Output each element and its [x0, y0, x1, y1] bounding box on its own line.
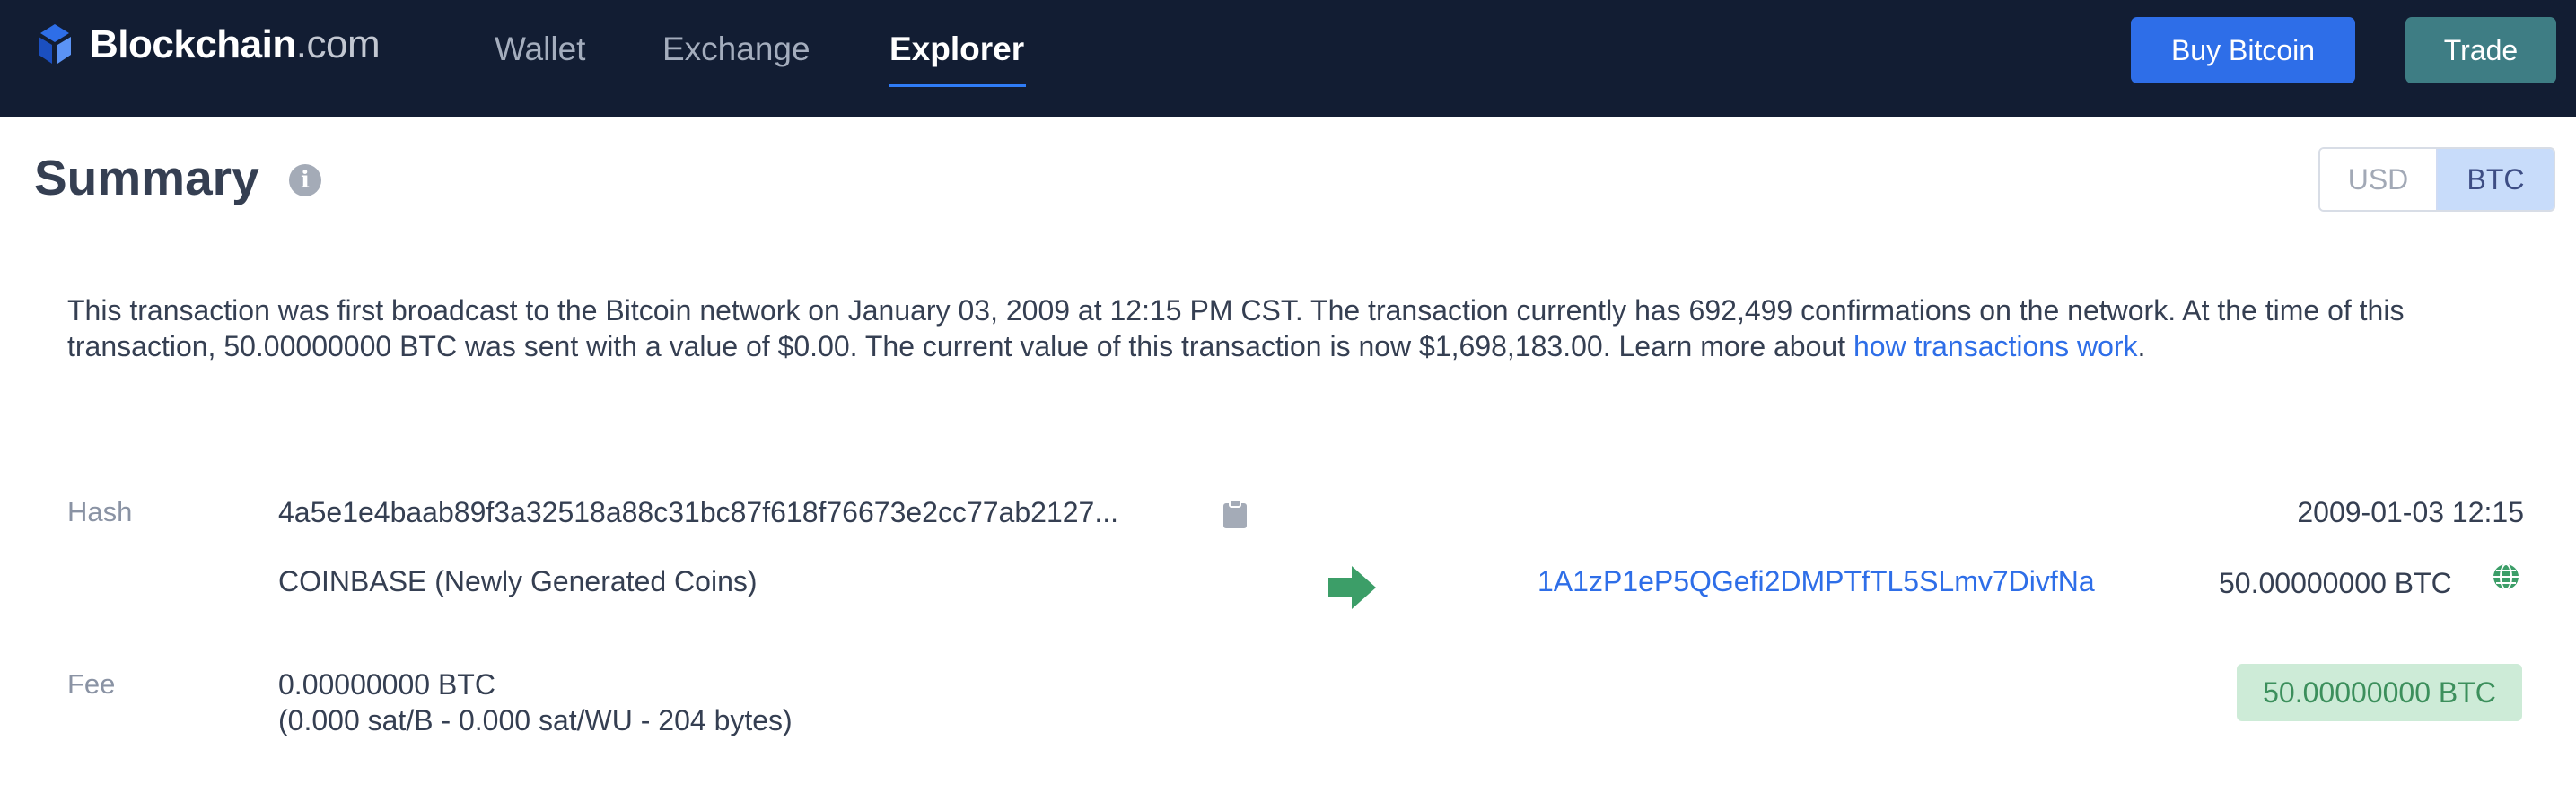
- arrow-right-icon: [1328, 566, 1376, 609]
- output-address-link[interactable]: 1A1zP1eP5QGefi2DMPTfTL5SLmv7DivfNa: [1538, 565, 2095, 598]
- buy-bitcoin-button[interactable]: Buy Bitcoin: [2131, 17, 2355, 83]
- page-title: Summary: [34, 150, 259, 205]
- brand-logo[interactable]: Blockchain.com: [32, 20, 381, 70]
- currency-option-usd[interactable]: USD: [2320, 149, 2438, 210]
- fee-amount: 0.00000000 BTC: [278, 668, 495, 701]
- globe-icon[interactable]: [2492, 562, 2520, 591]
- trade-button[interactable]: Trade: [2405, 17, 2556, 83]
- top-navigation-bar: Blockchain.com Wallet Exchange Explorer …: [0, 0, 2576, 117]
- currency-option-btc[interactable]: BTC: [2438, 149, 2554, 210]
- fee-label: Fee: [67, 668, 116, 700]
- description-end: .: [2137, 330, 2146, 362]
- active-tab-indicator: [889, 84, 1026, 87]
- transaction-description: This transaction was first broadcast to …: [67, 292, 2527, 364]
- transaction-hash[interactable]: 4a5e1e4baab89f3a32518a88c31bc87f618f7667…: [278, 496, 1118, 529]
- transaction-input: COINBASE (Newly Generated Coins): [278, 565, 758, 597]
- how-transactions-work-link[interactable]: how transactions work: [1853, 330, 2138, 362]
- brand-name: Blockchain.com: [90, 22, 381, 66]
- hash-label: Hash: [67, 496, 133, 527]
- clipboard-icon[interactable]: [1222, 499, 1248, 529]
- transaction-timestamp: 2009-01-03 12:15: [2297, 496, 2524, 528]
- nav-tab-explorer[interactable]: Explorer: [889, 30, 1024, 68]
- nav-tab-wallet[interactable]: Wallet: [495, 30, 585, 68]
- output-amount: 50.00000000 BTC: [2219, 567, 2452, 599]
- total-amount-badge: 50.00000000 BTC: [2237, 664, 2522, 721]
- info-icon[interactable]: i: [289, 164, 321, 196]
- nav-tab-exchange[interactable]: Exchange: [662, 30, 810, 68]
- blockchain-logo-icon: [39, 24, 71, 64]
- fee-detail: (0.000 sat/B - 0.000 sat/WU - 204 bytes): [278, 704, 793, 736]
- currency-toggle: USD BTC: [2318, 147, 2555, 212]
